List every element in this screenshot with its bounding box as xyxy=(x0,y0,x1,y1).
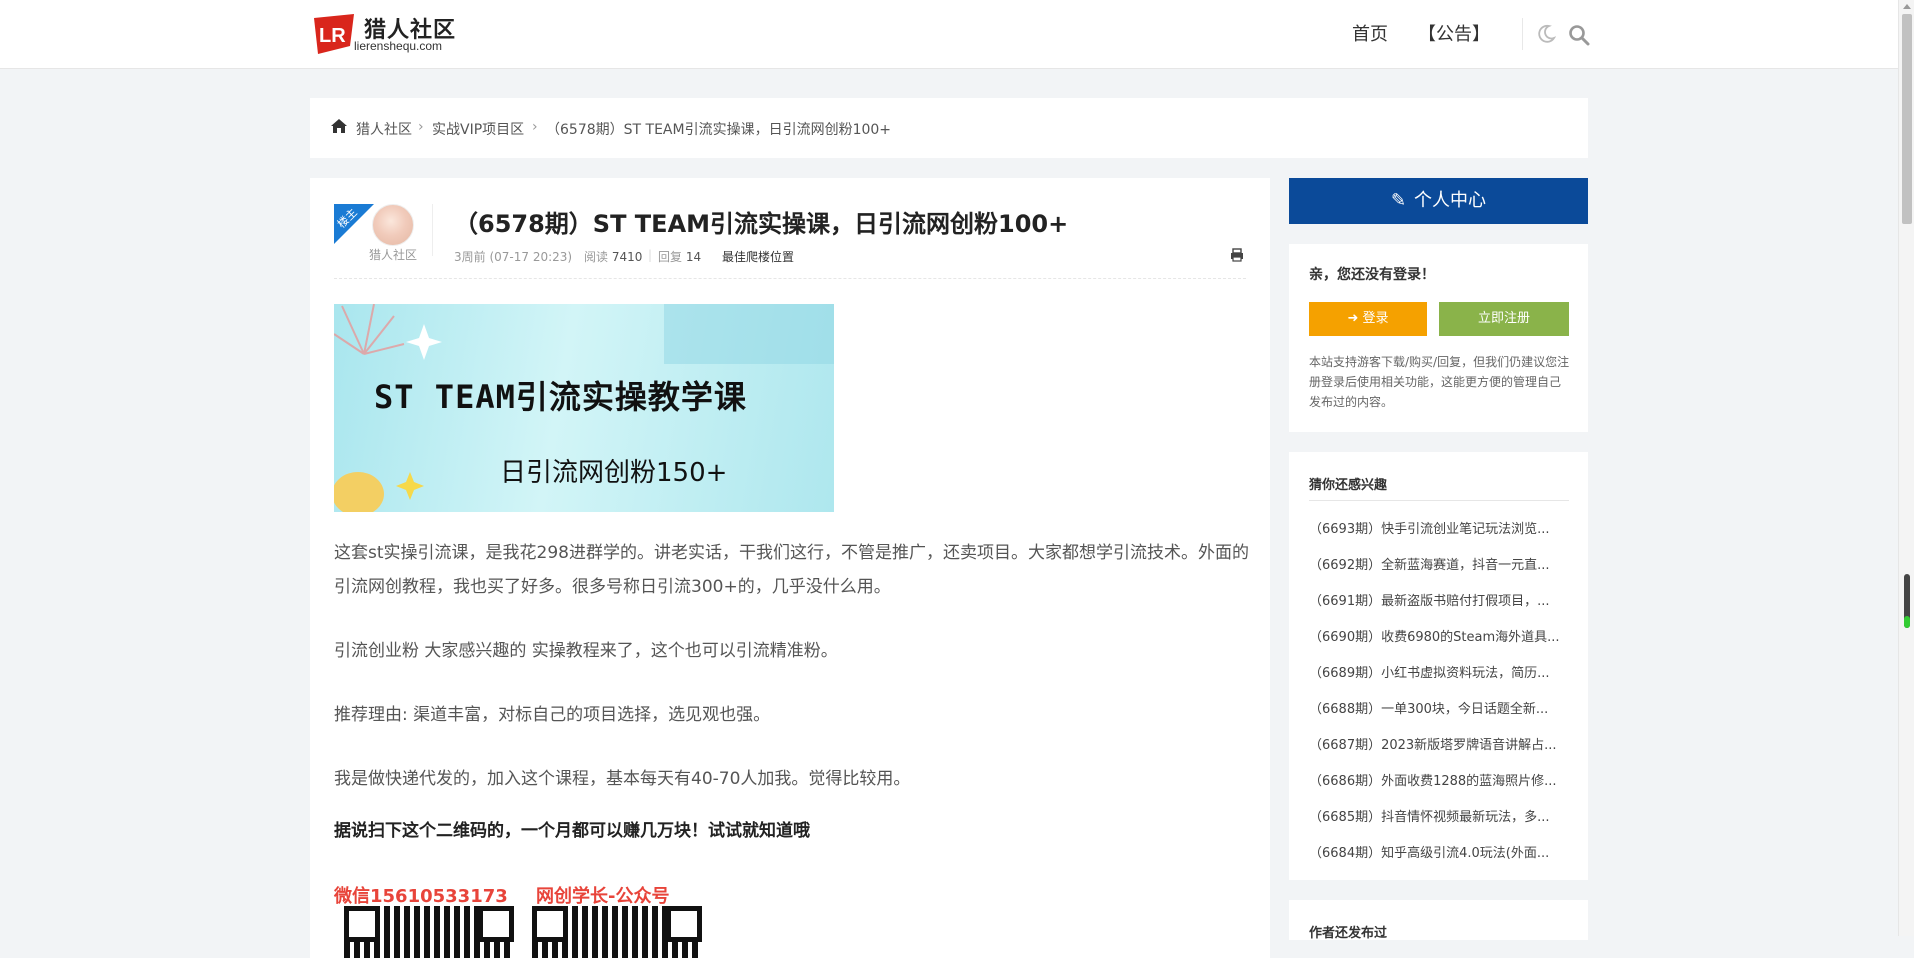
qr-finder-pattern xyxy=(478,906,514,942)
list-item[interactable]: （6693期）快手引流创业笔记玩法浏览... xyxy=(1309,518,1571,537)
search-icon[interactable] xyxy=(1568,24,1590,46)
article-paragraph: 引流创业粉 大家感兴趣的 实操教程来了，这个也可以引流精准粉。 xyxy=(334,641,838,661)
nav-divider xyxy=(1522,18,1523,50)
breadcrumb-separator-icon: › xyxy=(418,119,424,135)
banner-subheadline: 日引流网创粉150+ xyxy=(500,458,728,488)
breadcrumb-current: （6578期）ST TEAM引流实操课，日引流网创粉100+ xyxy=(546,122,892,138)
official-account-label: 网创学长-公众号 xyxy=(536,886,670,907)
list-item[interactable]: （6687期）2023新版塔罗牌语音讲解占... xyxy=(1309,734,1571,753)
scroll-up-arrow-icon[interactable] xyxy=(1903,4,1911,9)
list-item[interactable]: （6688期）一单300块，今日话题全新... xyxy=(1309,698,1571,717)
article-paragraph: 推荐理由: 渠道丰富，对标自己的项目选择，选见观也强。 xyxy=(334,705,771,725)
article-header-divider xyxy=(334,278,1246,279)
recommendations-title: 猜你还感兴趣 xyxy=(1309,478,1388,493)
qr-finder-pattern xyxy=(344,906,380,942)
article-paragraph-bold: 据说扫下这个二维码的，一个月都可以赚几万块！试试就知道哦 xyxy=(334,821,810,841)
article-paragraph: 我是做快递代发的，加入这个课程，基本每天有40-70人加我。觉得比较用。 xyxy=(334,769,911,789)
user-center-label: 个人中心 xyxy=(1414,190,1487,211)
home-icon[interactable] xyxy=(330,118,348,134)
list-item[interactable]: （6692期）全新蓝海赛道，抖音一元直... xyxy=(1309,554,1571,573)
site-logo[interactable]: LR 猎人社区 lierenshequ.com xyxy=(310,10,470,58)
read-count: 阅读 7410 xyxy=(584,250,643,264)
list-item[interactable]: （6685期）抖音情怀视频最新玩法，多... xyxy=(1309,806,1571,825)
breadcrumb-category-link[interactable]: 实战VIP项目区 xyxy=(432,119,524,139)
nav-notice[interactable]: 【公告】 xyxy=(1418,20,1490,46)
reply-count: 回复 14 xyxy=(658,250,702,264)
page-scrollbar[interactable] xyxy=(1898,0,1914,936)
scrollbar-thumb[interactable] xyxy=(1902,14,1912,224)
author-name[interactable]: 猎人社区 xyxy=(369,246,417,263)
banner-headline: ST TEAM引流实操教学课 xyxy=(374,378,747,416)
list-item[interactable]: （6691期）最新盗版书赔付打假项目，... xyxy=(1309,590,1571,609)
official-account-qr-code xyxy=(532,906,702,958)
qr-finder-pattern xyxy=(532,906,568,942)
breadcrumb: 猎人社区 › 实战VIP项目区 › （6578期）ST TEAM引流实操课，日引… xyxy=(310,98,1588,158)
sign-in-icon: ➜ xyxy=(1347,311,1363,326)
register-button[interactable]: 立即注册 xyxy=(1439,302,1569,336)
print-icon[interactable] xyxy=(1230,248,1244,262)
list-item[interactable]: （6689期）小红书虚拟资料玩法，简历... xyxy=(1309,662,1571,681)
author-posts-panel: 作者还发布过 xyxy=(1289,900,1588,941)
user-center-button[interactable]: ✎ 个人中心 xyxy=(1289,178,1588,224)
avatar[interactable] xyxy=(372,204,414,246)
recommendations-panel: 猜你还感兴趣 （6693期）快手引流创业笔记玩法浏览... （6692期）全新蓝… xyxy=(1289,452,1588,880)
site-header: LR 猎人社区 lierenshequ.com 首页 【公告】 xyxy=(0,0,1898,69)
login-note: 本站支持游客下载/购买/回复，但我们仍建议您注册登录后使用相关功能，这能更方便的… xyxy=(1309,355,1570,409)
meta-divider: | xyxy=(648,248,653,262)
list-item[interactable]: （6686期）外面收费1288的蓝海照片修... xyxy=(1309,770,1571,789)
article-card: 楼主 猎人社区 （6578期）ST TEAM引流实操课，日引流网创粉100+ 3… xyxy=(310,178,1270,958)
best-floor-link[interactable]: 最佳爬楼位置 xyxy=(722,248,794,265)
edit-icon: ✎ xyxy=(1390,190,1407,211)
login-prompt: 亲，您还没有登录！ xyxy=(1309,267,1435,283)
breadcrumb-separator-icon: › xyxy=(532,119,538,135)
logo-mark-icon: LR xyxy=(314,14,354,54)
breadcrumb-home-link[interactable]: 猎人社区 xyxy=(356,119,412,139)
post-time: 3周前 (07-17 20:23) xyxy=(454,250,573,264)
list-item[interactable]: （6684期）知乎高级引流4.0玩法(外面... xyxy=(1309,842,1571,861)
article-paragraph: 这套st实操引流课，是我花298进群学的。讲老实话，干我们这行，不管是推广，还卖… xyxy=(334,543,1249,597)
nav-home[interactable]: 首页 xyxy=(1352,20,1388,46)
login-panel: 亲，您还没有登录！ ➜ 登录 立即注册 本站支持游客下载/购买/回复，但我们仍建… xyxy=(1289,244,1588,432)
wechat-qr-code xyxy=(344,906,514,958)
author-posts-title: 作者还发布过 xyxy=(1309,926,1388,941)
title-divider xyxy=(432,204,433,256)
list-item[interactable]: （6690期）收费6980的Steam海外道具... xyxy=(1309,626,1571,645)
logo-subtitle: lierenshequ.com xyxy=(354,39,443,53)
qr-finder-pattern xyxy=(666,906,702,942)
wechat-label: 微信15610533173 xyxy=(334,886,508,907)
article-banner-image: ST TEAM引流实操教学课 日引流网创粉150+ xyxy=(334,304,834,512)
page-title: （6578期）ST TEAM引流实操课，日引流网创粉100+ xyxy=(454,210,1069,238)
dark-mode-icon[interactable] xyxy=(1536,24,1556,44)
recommendations-divider xyxy=(1309,500,1569,501)
minimap-highlight-marker xyxy=(1904,616,1910,628)
svg-text:LR: LR xyxy=(319,25,346,47)
login-button[interactable]: ➜ 登录 xyxy=(1309,302,1427,336)
